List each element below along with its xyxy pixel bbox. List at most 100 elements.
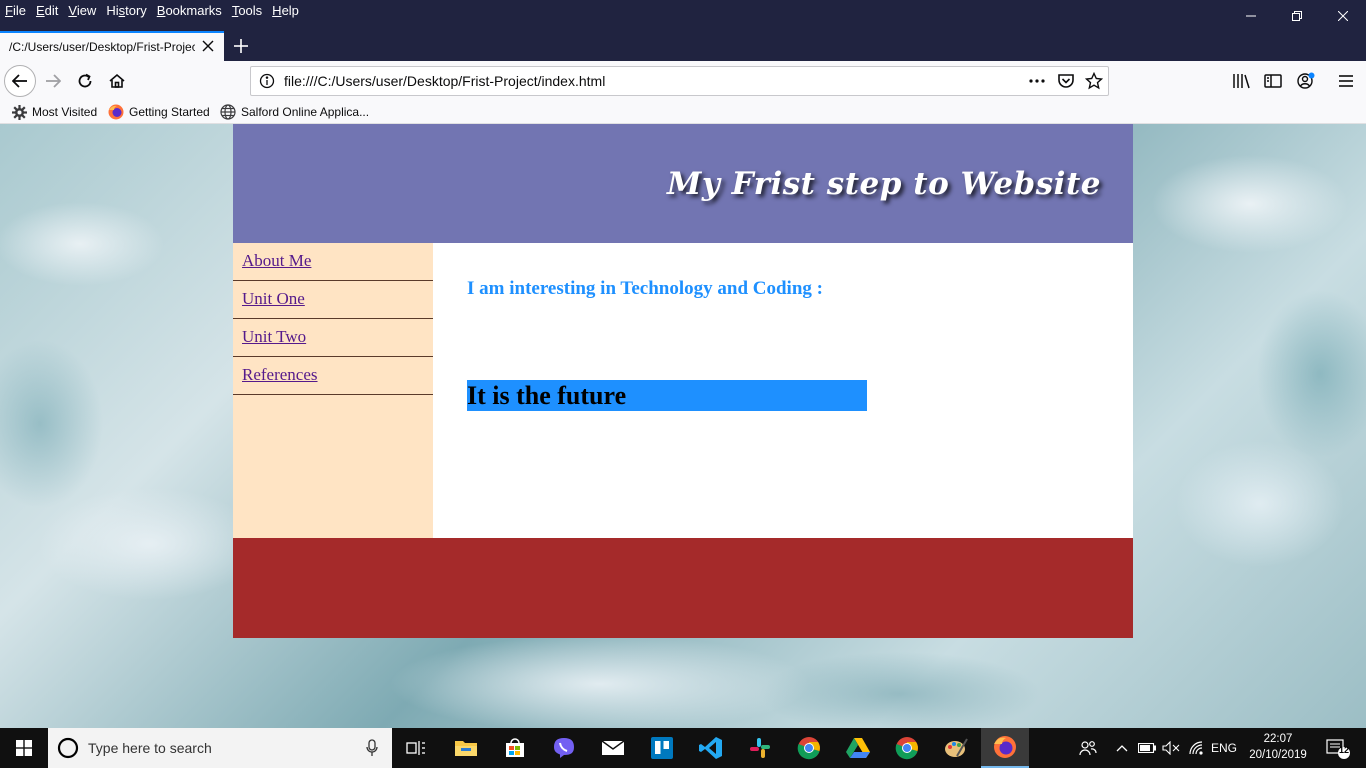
hamburger-menu-icon[interactable] xyxy=(1337,73,1355,89)
task-view-button[interactable] xyxy=(392,728,440,768)
home-button[interactable] xyxy=(101,65,133,97)
nav-link-references[interactable]: References xyxy=(233,357,433,395)
forward-button[interactable] xyxy=(37,65,69,97)
taskbar-store[interactable] xyxy=(491,728,539,768)
start-button[interactable] xyxy=(0,728,48,768)
taskbar-slack[interactable] xyxy=(736,728,784,768)
wifi-icon xyxy=(1189,741,1203,755)
vscode-icon xyxy=(699,737,722,759)
action-center-button[interactable]: 12 xyxy=(1318,728,1358,768)
bookmark-most-visited[interactable]: Most Visited xyxy=(12,104,97,120)
taskbar-search-box[interactable]: Type here to search xyxy=(48,728,392,768)
restore-icon xyxy=(1292,10,1302,21)
mail-icon xyxy=(601,740,625,755)
taskbar-vscode[interactable] xyxy=(687,728,735,768)
site-header: My Frist step to Website xyxy=(233,124,1133,243)
bookmarks-toolbar: Most Visited Getting Started Salford Onl… xyxy=(0,101,1366,124)
back-button[interactable] xyxy=(4,65,36,97)
taskbar-paint[interactable] xyxy=(932,728,980,768)
menu-file[interactable]: File xyxy=(5,2,26,19)
intro-heading: I am interesting in Technology and Codin… xyxy=(467,278,823,299)
gear-icon xyxy=(12,104,27,120)
back-arrow-icon xyxy=(12,74,27,88)
menu-edit[interactable]: Edit xyxy=(36,2,58,19)
minimize-button[interactable] xyxy=(1228,0,1274,31)
forward-arrow-icon xyxy=(46,74,61,88)
menu-tools[interactable]: Tools xyxy=(232,2,262,19)
home-icon xyxy=(109,73,125,88)
language-indicator[interactable]: ENG xyxy=(1209,728,1239,768)
clock[interactable]: 22:07 20/10/2019 xyxy=(1249,731,1307,763)
bookmark-salford[interactable]: Salford Online Applica... xyxy=(220,104,369,120)
taskbar-firefox[interactable] xyxy=(981,728,1029,768)
page-actions-icon[interactable] xyxy=(1027,73,1047,89)
taskbar-chrome-2[interactable] xyxy=(883,728,931,768)
taskbar: Type here to search ENG 22:07 20/10/2019… xyxy=(0,728,1366,768)
menu-bar: File Edit View History Bookmarks Tools H… xyxy=(0,0,1366,31)
site-container: My Frist step to Website About Me Unit O… xyxy=(233,124,1133,638)
volume-button[interactable] xyxy=(1160,728,1182,768)
cortana-icon xyxy=(57,737,79,759)
taskbar-file-explorer[interactable] xyxy=(442,728,490,768)
nav-link-unit-one[interactable]: Unit One xyxy=(233,281,433,319)
bookmark-getting-started[interactable]: Getting Started xyxy=(108,104,210,120)
tab-strip: /C:/Users/user/Desktop/Frist-Project xyxy=(0,31,1366,61)
search-placeholder: Type here to search xyxy=(88,740,212,756)
paint-icon xyxy=(945,738,968,757)
trello-icon xyxy=(651,737,673,759)
taskbar-google-drive[interactable] xyxy=(834,728,882,768)
bookmark-star-icon[interactable] xyxy=(1085,72,1103,90)
restore-button[interactable] xyxy=(1274,0,1320,31)
menu-help[interactable]: Help xyxy=(272,2,299,19)
tab-active[interactable]: /C:/Users/user/Desktop/Frist-Project xyxy=(0,31,224,61)
new-tab-button[interactable] xyxy=(230,36,252,56)
menu-history[interactable]: History xyxy=(106,2,146,19)
pocket-icon[interactable] xyxy=(1057,73,1075,89)
site-nav: About Me Unit One Unit Two References xyxy=(233,243,433,538)
navigation-toolbar: file:///C:/Users/user/Desktop/Frist-Proj… xyxy=(0,61,1366,101)
network-button[interactable] xyxy=(1186,728,1208,768)
firefox-logo-icon xyxy=(994,736,1016,758)
taskbar-trello[interactable] xyxy=(638,728,686,768)
url-text[interactable]: file:///C:/Users/user/Desktop/Frist-Proj… xyxy=(284,73,605,89)
volume-muted-icon xyxy=(1162,741,1180,755)
library-icon[interactable] xyxy=(1232,73,1252,89)
taskbar-viber[interactable] xyxy=(540,728,588,768)
close-window-button[interactable] xyxy=(1320,0,1366,31)
minimize-icon xyxy=(1246,15,1256,16)
close-icon xyxy=(1338,10,1348,21)
tab-close-button[interactable] xyxy=(202,40,214,55)
menu-view[interactable]: View xyxy=(68,2,96,19)
reload-icon xyxy=(78,73,92,88)
battery-button[interactable] xyxy=(1136,728,1158,768)
taskbar-chrome[interactable] xyxy=(785,728,833,768)
account-icon[interactable] xyxy=(1296,72,1316,90)
windows-logo-icon xyxy=(16,740,32,756)
slack-icon xyxy=(750,738,770,758)
chevron-up-icon xyxy=(1116,745,1128,752)
microphone-icon[interactable] xyxy=(366,739,378,757)
show-hidden-icons-button[interactable] xyxy=(1112,728,1132,768)
page-viewport: My Frist step to Website About Me Unit O… xyxy=(0,124,1366,728)
people-button[interactable] xyxy=(1075,728,1101,768)
nav-link-about-me[interactable]: About Me xyxy=(233,243,433,281)
chrome-icon xyxy=(895,737,918,760)
address-bar[interactable]: file:///C:/Users/user/Desktop/Frist-Proj… xyxy=(250,66,1109,96)
menu-bookmarks[interactable]: Bookmarks xyxy=(157,2,222,19)
site-main-content: I am interesting in Technology and Codin… xyxy=(433,243,1133,538)
chrome-icon xyxy=(797,737,820,760)
clock-date: 20/10/2019 xyxy=(1249,749,1307,761)
sidebar-icon[interactable] xyxy=(1264,73,1282,89)
google-drive-icon xyxy=(846,738,870,758)
reload-button[interactable] xyxy=(69,65,101,97)
info-icon[interactable] xyxy=(259,73,275,89)
taskbar-mail[interactable] xyxy=(589,728,637,768)
viber-icon xyxy=(554,738,574,758)
battery-icon xyxy=(1138,743,1156,753)
nav-link-unit-two[interactable]: Unit Two xyxy=(233,319,433,357)
globe-icon xyxy=(220,104,236,120)
highlight-heading: It is the future xyxy=(467,380,867,411)
tab-title: /C:/Users/user/Desktop/Frist-Project xyxy=(9,40,195,54)
store-icon xyxy=(506,738,524,757)
folder-icon xyxy=(455,741,477,756)
